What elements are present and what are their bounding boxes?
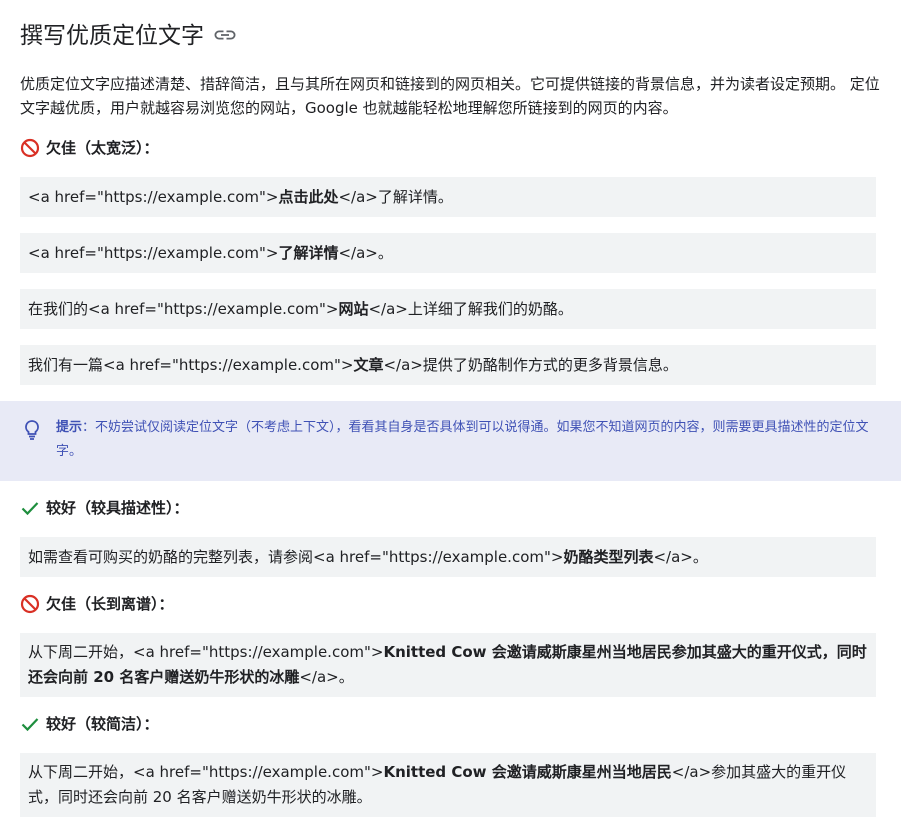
code-example: 从下周二开始，<a href="https://example.com">Kni… — [20, 753, 876, 817]
tip-text: ：不妨尝试仅阅读定位文字（不考虑上下文），看看其自身是否具体到可以说得通。如果您… — [56, 420, 869, 459]
checkmark-icon — [20, 498, 40, 518]
page-title: 撰写优质定位文字 — [20, 16, 236, 50]
checkmark-icon — [20, 714, 40, 734]
tip-callout: 提示：不妨尝试仅阅读定位文字（不考虑上下文），看看其自身是否具体到可以说得通。如… — [0, 401, 901, 481]
code-example: <a href="https://example.com">了解详情</a>。 — [20, 233, 876, 273]
page-title-text: 撰写优质定位文字 — [20, 23, 204, 49]
good-example-label: 较好（较具描述性）： — [20, 497, 189, 518]
code-example: 在我们的<a href="https://example.com">网站</a>… — [20, 289, 876, 329]
bad-example-label: 欠佳（长到离谱）： — [20, 593, 174, 614]
bad-example-label-text: 欠佳（长到离谱）： — [46, 595, 174, 613]
good-example-label-text: 较好（较具描述性）： — [46, 499, 189, 517]
link-icon[interactable] — [214, 28, 236, 42]
lightbulb-icon — [23, 419, 41, 450]
intro-paragraph: 优质定位文字应描述清楚、措辞简洁，且与其所在网页和链接到的网页相关。它可提供链接… — [20, 75, 880, 117]
code-example: 如需查看可购买的奶酪的完整列表，请参阅<a href="https://exam… — [20, 537, 876, 577]
code-example: <a href="https://example.com">点击此处</a>了解… — [20, 177, 876, 217]
code-example: 我们有一篇<a href="https://example.com">文章</a… — [20, 345, 876, 385]
bad-example-label-text: 欠佳（太宽泛）： — [46, 139, 159, 157]
tip-label: 提示 — [56, 420, 83, 435]
prohibited-icon — [20, 138, 40, 158]
code-example: 从下周二开始，<a href="https://example.com">Kni… — [20, 633, 876, 697]
good-example-label-text: 较好（较简洁）： — [46, 715, 159, 733]
good-example-label: 较好（较简洁）： — [20, 713, 159, 734]
bad-example-label: 欠佳（太宽泛）： — [20, 137, 159, 158]
prohibited-icon — [20, 594, 40, 614]
